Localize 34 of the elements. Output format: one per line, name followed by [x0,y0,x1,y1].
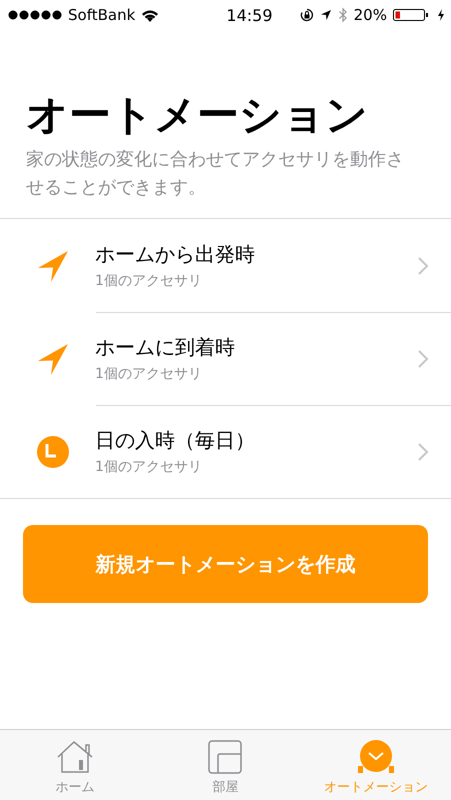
tab-bar-item[interactable]: ホーム [0,730,150,800]
wifi-icon [141,8,160,22]
page-description: 家の状態の変化に合わせてアクセサリを動作させることができます。 [26,148,405,200]
clock-check-icon [358,740,394,774]
automation-title: 日の入時（毎日） [95,427,256,454]
create-automation-button[interactable]: 新規オートメーションを作成 [23,525,428,604]
rotation-lock-icon [300,8,314,22]
battery-percent: 20% [354,6,387,24]
bluetooth-icon [338,7,348,23]
accessory-count: 1個のアクセサリ [95,272,203,290]
chevron-icon [417,348,429,369]
automation-title: ホームに到着時 [95,334,236,362]
accessory-count: 1個のアクセサリ [95,458,203,476]
floor-plan-icon [208,740,242,774]
charging-bolt-icon [436,9,445,21]
location-arrow-icon [36,248,70,283]
location-arrow-icon [320,9,332,21]
chevron-icon [417,442,429,462]
automation-title: ホームから出発時 [95,241,256,268]
automation-row[interactable]: ホームから出発時 1個のアクセサリ [0,219,451,312]
house-icon [55,740,96,774]
automation-row[interactable]: 日の入時（毎日） 1個のアクセサリ [0,405,451,498]
clock-time: 14:59 [226,6,273,24]
page-title: オートメーション [26,90,369,140]
clock-icon [36,434,70,469]
battery-icon [392,8,431,22]
signal-icon [8,10,62,20]
tab-bar-item[interactable]: 部屋 [150,730,301,800]
chevron-icon [417,256,429,276]
tab-bar-item[interactable]: オートメーション [300,730,451,800]
accessory-count: 1個のアクセサリ [95,365,203,384]
automation-row[interactable]: ホームに到着時 1個のアクセサリ [0,312,451,406]
location-arrow-icon [36,342,70,376]
carrier-name: SoftBank [68,6,136,24]
